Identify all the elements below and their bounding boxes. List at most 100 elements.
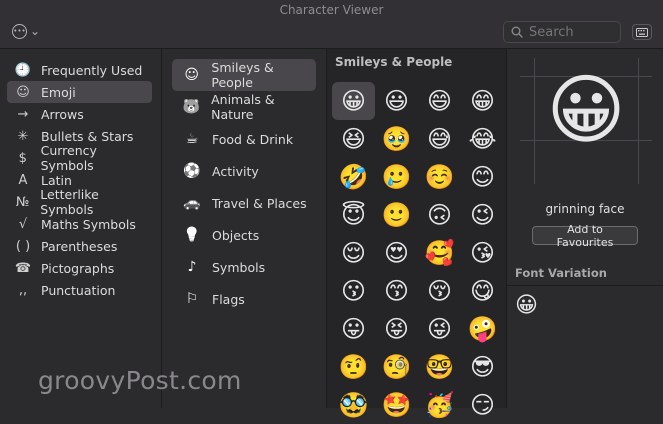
emoji-cell[interactable]: 😆 [332, 120, 375, 158]
category-item[interactable]: $ Currency Symbols [7, 143, 152, 173]
category-sidebar: 🕘 Frequently Used ☺ Emoji → Arrows ✳ Bullets & … [0, 49, 162, 408]
category-item[interactable]: → Arrows [7, 103, 152, 125]
subcategory-sidebar: ☺ Smileys & People 🐻 Animals & Nature ☕ Food … [162, 49, 327, 408]
subcategory-label: Travel & Places [212, 195, 307, 211]
search-field[interactable] [503, 21, 621, 43]
subcategory-item[interactable]: ☕ Food & Drink [172, 123, 316, 155]
watermark: groovyPost.com [38, 366, 242, 395]
emoji-cell[interactable]: 😚 [418, 272, 461, 310]
emoji-cell[interactable]: 🤪 [461, 310, 504, 348]
emoji-cell[interactable]: 😌 [332, 234, 375, 272]
font-variation-cell[interactable]: 😀 [515, 293, 538, 318]
emoji-cell[interactable]: 😜 [418, 310, 461, 348]
subcategory-label: Food & Drink [212, 131, 294, 147]
emoji-cell[interactable]: 😏 [461, 386, 504, 424]
pictograph-icon: ☎ [14, 260, 32, 276]
subcategory-item[interactable]: ☺ Smileys & People [172, 59, 316, 91]
emoji-cell[interactable]: 😂 [461, 120, 504, 158]
emoji-cell[interactable]: 🤓 [418, 348, 461, 386]
emoji-cell[interactable]: 😀 [332, 82, 375, 120]
emoji-cell[interactable]: 😎 [461, 348, 504, 386]
emoji-cell[interactable]: 😗 [332, 272, 375, 310]
search-icon [511, 26, 523, 38]
subcategory-item[interactable]: ⚽ Activity [172, 155, 316, 187]
subcategory-label: Smileys & People [211, 60, 274, 90]
punctuation-icon: ,, [18, 282, 28, 298]
subcategory-label: Symbols [212, 259, 266, 275]
subcategory-label: Flags [212, 291, 245, 307]
emoji-cell[interactable]: 😄 [418, 82, 461, 120]
more-icon: ••• [12, 23, 27, 39]
lightbulb-icon: 💡 [183, 227, 201, 243]
latin-a-icon: A [18, 172, 28, 188]
emoji-cell[interactable]: 🥰 [418, 234, 461, 272]
character-preview: 😀 [520, 58, 652, 184]
smiley-outline-icon: ☺ [184, 67, 199, 83]
category-item[interactable]: 🕘 Frequently Used [7, 59, 152, 81]
cup-icon: ☕ [185, 131, 199, 147]
emoji-cell[interactable]: 🧐 [375, 348, 418, 386]
character-name: grinning face [545, 202, 625, 216]
parentheses-icon: ( ) [15, 238, 31, 254]
subcategory-item[interactable]: ♪ Symbols [172, 251, 316, 283]
category-list: 🕘 Frequently Used ☺ Emoji → Arrows ✳ Bullets & … [7, 59, 152, 301]
emoji-cell[interactable]: 😝 [375, 310, 418, 348]
keyboard-icon [636, 27, 648, 37]
asterisk-icon: ✳ [17, 128, 29, 144]
category-label: Punctuation [41, 282, 116, 298]
emoji-cell[interactable]: 😅 [418, 120, 461, 158]
subcategory-item[interactable]: 🐻 Animals & Nature [172, 91, 316, 123]
emoji-cell[interactable]: 😇 [332, 196, 375, 234]
soccer-ball-icon: ⚽ [183, 163, 201, 179]
category-item[interactable]: √ Maths Symbols [7, 213, 152, 235]
emoji-cell[interactable]: 🤣 [332, 158, 375, 196]
category-item[interactable]: ,, Punctuation [7, 279, 152, 301]
subcategory-label: Activity [212, 163, 259, 179]
subcategory-label: Objects [212, 227, 260, 243]
category-label: Arrows [41, 106, 84, 122]
search-input[interactable] [529, 24, 609, 40]
emoji-cell[interactable]: 🥲 [375, 158, 418, 196]
sqrt-icon: √ [18, 216, 28, 232]
emoji-cell[interactable]: 😃 [375, 82, 418, 120]
emoji-cell[interactable]: 😁 [461, 82, 504, 120]
category-label: Bullets & Stars [41, 128, 134, 144]
subcategory-list: ☺ Smileys & People 🐻 Animals & Nature ☕ Food … [172, 59, 316, 315]
symbols-icon: ♪ [187, 259, 197, 275]
emoji-cell[interactable]: 🥹 [375, 120, 418, 158]
category-item[interactable]: № Letterlike Symbols [7, 187, 152, 217]
category-item[interactable]: ( ) Parentheses [7, 235, 152, 257]
category-item[interactable]: ☎ Pictographs [7, 257, 152, 279]
emoji-cell[interactable]: 🙂 [375, 196, 418, 234]
emoji-cell[interactable]: 🥸 [332, 386, 375, 424]
subcategory-item[interactable]: 💡 Objects [172, 219, 316, 251]
emoji-cell[interactable]: 🤨 [332, 348, 375, 386]
emoji-cell[interactable]: 😍 [375, 234, 418, 272]
emoji-cell[interactable]: 🙃 [418, 196, 461, 234]
emoji-cell[interactable]: ☺️ [418, 158, 461, 196]
emoji-cell[interactable]: 😉 [461, 196, 504, 234]
subcategory-item[interactable]: 🚗 Travel & Places [172, 187, 316, 219]
emoji-cell[interactable]: 😘 [461, 234, 504, 272]
emoji-cell[interactable]: 🤩 [375, 386, 418, 424]
subcategory-item[interactable]: ⚐ Flags [172, 283, 316, 315]
emoji-grid: 😀 😃 😄 😁 😆 🥹 😅 😂 🤣 🥲 ☺️ 😊 😇 🙂 🙃 😉 😌 😍 🥰 😘 😗 😙 😚 😋 😛 😝 😜 🤪 🤨 🧐 🤓 😎 🥸 🤩 🥳 😏 [332, 82, 504, 424]
category-item[interactable]: ☺ Emoji [7, 81, 152, 103]
emoji-cell[interactable]: 😛 [332, 310, 375, 348]
arrow-icon: → [17, 106, 29, 122]
emoji-cell[interactable]: 😊 [461, 158, 504, 196]
keyboard-viewer-button[interactable] [632, 24, 652, 40]
category-label: Parentheses [41, 238, 118, 254]
category-label: Emoji [41, 84, 76, 100]
action-menu-button[interactable]: ••• ⌄ [12, 22, 42, 40]
add-to-favourites-button[interactable]: Add to Favourites [532, 223, 638, 249]
window-title: Character Viewer [279, 3, 384, 17]
emoji-cell[interactable]: 😙 [375, 272, 418, 310]
category-label: Pictographs [41, 260, 115, 276]
emoji-cell[interactable]: 😋 [461, 272, 504, 310]
emoji-cell[interactable]: 🥳 [418, 386, 461, 424]
title-bar: Character Viewer ••• ⌄ [0, 0, 663, 49]
divider [507, 285, 663, 286]
smiley-icon: ☺ [16, 84, 30, 100]
dollar-icon: $ [18, 150, 27, 166]
